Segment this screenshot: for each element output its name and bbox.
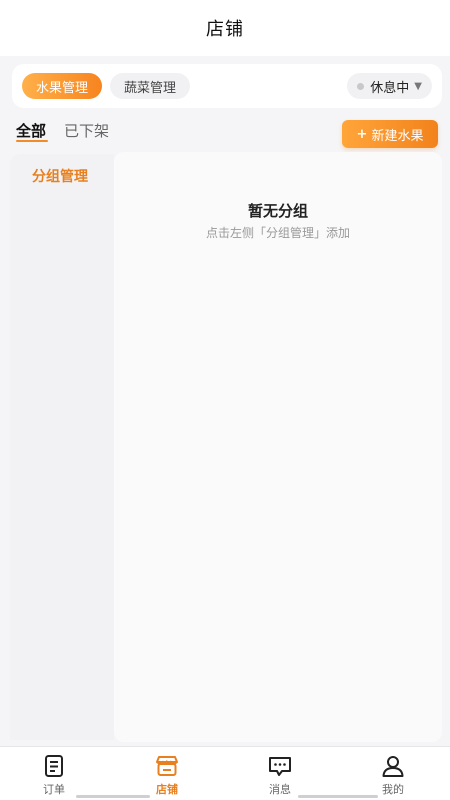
tabbar-item-profile[interactable]: 我的 bbox=[358, 753, 428, 799]
home-indicator-right bbox=[298, 795, 378, 798]
group-sidebar: 分组管理 bbox=[10, 154, 114, 740]
shop-status-label: 休息中 bbox=[370, 80, 410, 96]
vegetable-management-tab[interactable]: 蔬菜管理 bbox=[110, 73, 191, 99]
caret-down-icon: ▼ bbox=[414, 80, 422, 92]
fruit-management-tab[interactable]: 水果管理 bbox=[22, 73, 103, 99]
store-icon bbox=[156, 756, 178, 776]
tabbar-label-store: 店铺 bbox=[156, 783, 178, 796]
profile-icon bbox=[382, 756, 404, 777]
tabbar-item-orders[interactable]: 订单 bbox=[19, 753, 89, 799]
page-title: 店铺 bbox=[206, 19, 244, 40]
tabbar-label-messages: 消息 bbox=[269, 783, 291, 796]
home-indicator-left bbox=[76, 795, 150, 798]
plus-icon: + bbox=[356, 126, 368, 142]
category-switcher: 水果管理 蔬菜管理 休息中 ▼ bbox=[12, 64, 442, 108]
shop-status-dropdown[interactable]: 休息中 ▼ bbox=[347, 73, 432, 99]
tabbar-label-profile: 我的 bbox=[382, 783, 404, 796]
tabbar-item-messages[interactable]: 消息 bbox=[245, 753, 315, 799]
active-tab-indicator bbox=[16, 140, 48, 142]
message-icon bbox=[269, 757, 291, 776]
empty-state-title: 暂无分组 bbox=[247, 202, 308, 220]
top-nav-bar: 店铺 bbox=[0, 0, 450, 56]
bottom-tab-bar: 订单 店铺 消息 我的 bbox=[0, 746, 450, 800]
empty-state-hint: 点击左侧「分组管理」添加 bbox=[205, 226, 350, 240]
status-dot-icon bbox=[357, 82, 365, 90]
tabbar-item-store[interactable]: 店铺 bbox=[132, 753, 202, 799]
tab-offshelf[interactable]: 已下架 bbox=[64, 120, 109, 141]
order-icon bbox=[45, 755, 63, 777]
new-fruit-label: 新建水果 bbox=[371, 128, 424, 144]
tab-all[interactable]: 全部 bbox=[16, 120, 46, 141]
product-list-panel: 暂无分组 点击左侧「分组管理」添加 bbox=[114, 152, 442, 742]
group-management-link[interactable]: 分组管理 bbox=[32, 166, 88, 186]
new-fruit-button[interactable]: + 新建水果 bbox=[342, 120, 438, 148]
tabbar-label-orders: 订单 bbox=[43, 783, 65, 796]
